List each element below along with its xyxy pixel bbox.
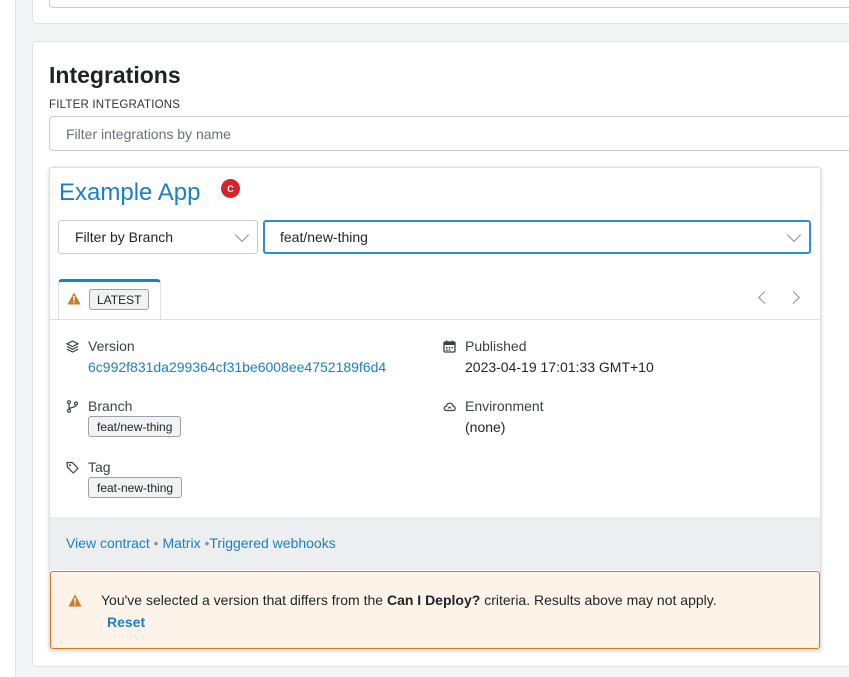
app-name-link[interactable]: Example App (59, 179, 200, 207)
left-rail (0, 0, 16, 677)
warning-icon (68, 594, 82, 607)
branch-value-text: feat/new-thing (280, 229, 368, 245)
filter-integrations-input[interactable] (49, 116, 849, 151)
layers-icon (66, 340, 79, 353)
integrations-title: Integrations (49, 62, 181, 88)
version-label: Version (88, 338, 135, 354)
previous-panel-field (49, 0, 849, 8)
latest-badge: LATEST (89, 289, 150, 310)
calendar-icon (443, 340, 456, 353)
consumer-badge: C (221, 179, 240, 198)
can-i-deploy-text: Can I Deploy? (386, 592, 481, 608)
reset-link[interactable]: Reset (107, 614, 145, 630)
alert-text-after: criteria. Results above may not apply. (480, 592, 717, 608)
matrix-link[interactable]: Matrix (162, 535, 200, 551)
previous-panel (32, 0, 849, 24)
tab-latest[interactable]: LATEST (58, 279, 161, 319)
footer-links: View contract • Matrix •Triggered webhoo… (66, 535, 336, 551)
chevron-down-icon (786, 227, 802, 243)
card-footer: View contract • Matrix •Triggered webhoo… (50, 517, 820, 570)
warning-icon (67, 292, 81, 305)
alert-text-before: You've selected a version that differs f… (101, 592, 387, 608)
branch-icon (66, 400, 79, 413)
tag-chip: feat-new-thing (88, 477, 183, 498)
tag-label: Tag (88, 459, 111, 475)
branch-filter-label: Filter by Branch (75, 229, 174, 245)
integration-card: Example App C Filter by Branch feat/new-… (49, 167, 821, 650)
published-value: 2023-04-19 17:01:33 GMT+10 (465, 359, 654, 375)
chevron-right-icon[interactable] (787, 291, 800, 304)
cloud-icon (443, 402, 456, 412)
version-warning-alert: You've selected a version that differs f… (50, 571, 820, 649)
environment-label: Environment (465, 398, 544, 414)
triggered-webhooks-link[interactable]: Triggered webhooks (209, 535, 335, 551)
tag-icon (66, 461, 79, 474)
filter-integrations-label: FILTER INTEGRATIONS (49, 99, 181, 111)
integrations-panel: Integrations FILTER INTEGRATIONS Example… (32, 41, 849, 667)
branch-chip: feat/new-thing (88, 416, 182, 437)
chevron-down-icon (234, 227, 250, 243)
view-contract-link[interactable]: View contract (66, 535, 150, 551)
link-separator: • (153, 535, 159, 551)
version-details: Version 6c992f831da299364cf31be6008ee475… (50, 319, 820, 517)
chevron-left-icon[interactable] (758, 291, 771, 304)
alert-message: You've selected a version that differs f… (101, 592, 717, 608)
environment-value: (none) (465, 419, 506, 435)
branch-value-select[interactable]: feat/new-thing (263, 220, 811, 254)
branch-label: Branch (88, 398, 133, 414)
version-link[interactable]: 6c992f831da299364cf31be6008ee4752189f6d4 (88, 359, 386, 375)
published-label: Published (465, 338, 527, 354)
branch-filter-select[interactable]: Filter by Branch (58, 220, 258, 254)
